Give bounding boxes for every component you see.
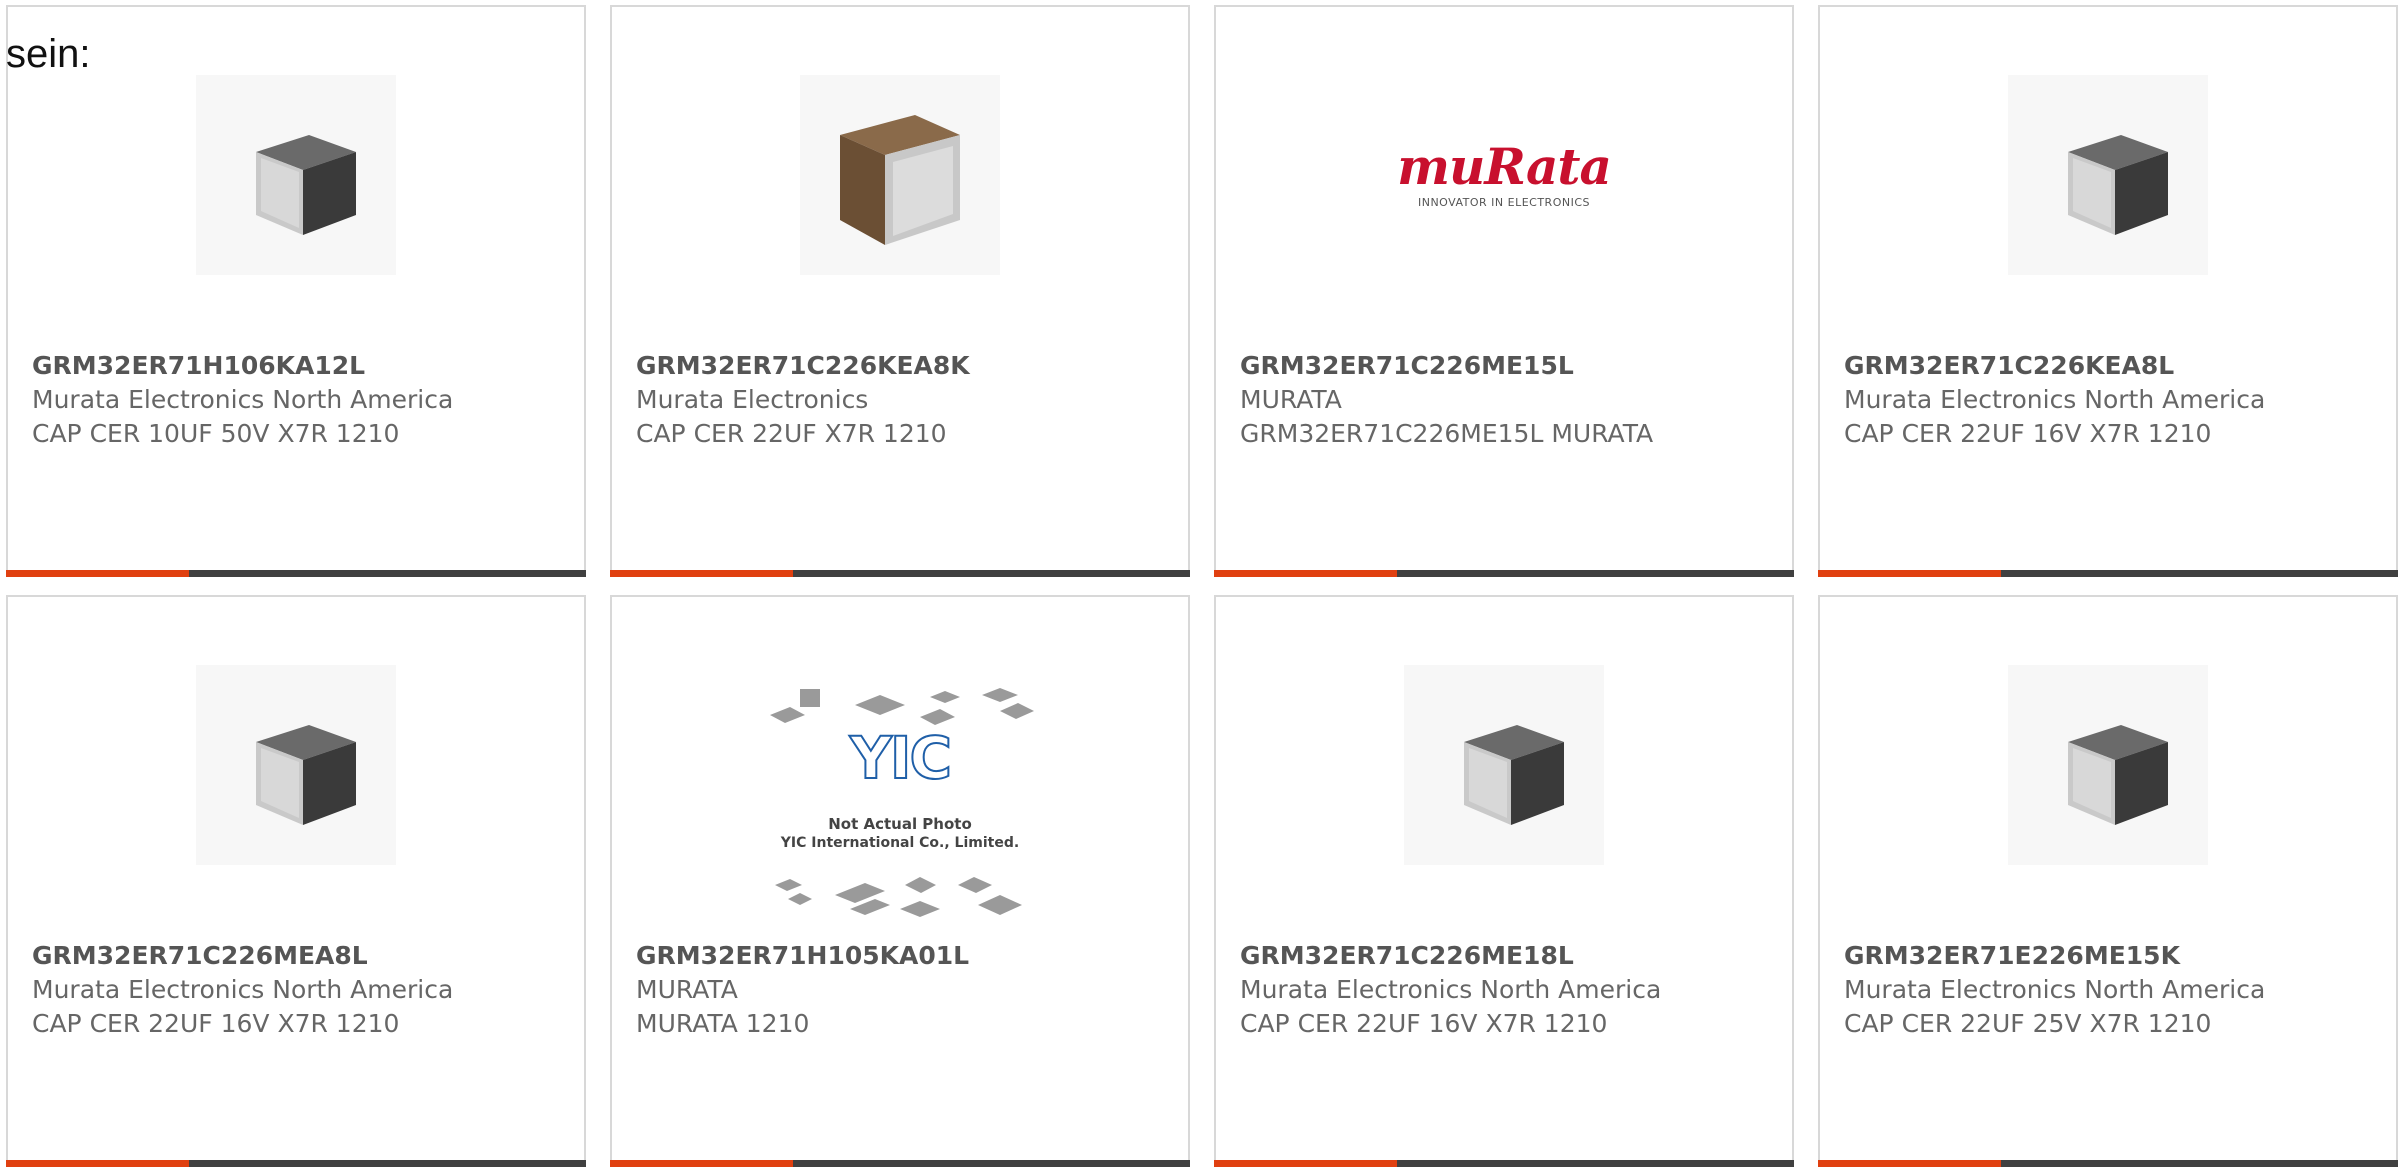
product-card[interactable]: muRata INNOVATOR IN ELECTRONICS GRM32ER7… <box>1214 5 1794 577</box>
brown-chip-icon <box>815 90 985 260</box>
description: CAP CER 22UF 16V X7R 1210 <box>1844 419 2212 448</box>
description: GRM32ER71C226ME15L MURATA <box>1240 419 1654 448</box>
product-image[interactable] <box>196 75 396 275</box>
ic-packages-icon <box>760 685 1040 925</box>
card-bar <box>1214 1160 1794 1167</box>
card-bar-accent <box>610 570 793 577</box>
card-bar <box>610 570 1190 577</box>
product-image[interactable] <box>2008 665 2208 865</box>
manufacturer: Murata Electronics North America <box>1844 975 2266 1004</box>
murata-logo-brand: muRata <box>1397 136 1612 196</box>
manufacturer: MURATA <box>1240 385 1342 414</box>
part-number[interactable]: GRM32ER71H106KA12L <box>32 349 566 383</box>
description: CAP CER 10UF 50V X7R 1210 <box>32 419 400 448</box>
yic-placeholder: YIC Not Actual Photo YIC International C… <box>760 685 1040 925</box>
dark-chip-icon <box>231 110 361 240</box>
card-bar <box>1214 570 1794 577</box>
card-bar-accent <box>1214 1160 1397 1167</box>
dark-chip-icon <box>231 700 361 830</box>
manufacturer: Murata Electronics North America <box>1240 975 1662 1004</box>
manufacturer: Murata Electronics North America <box>1844 385 2266 414</box>
card-bar-accent <box>1818 1160 2001 1167</box>
card-bar-accent <box>6 570 189 577</box>
product-card[interactable]: GRM32ER71C226ME18L Murata Electronics No… <box>1214 595 1794 1167</box>
card-bar <box>6 570 586 577</box>
description: CAP CER 22UF 16V X7R 1210 <box>1240 1009 1608 1038</box>
yic-company-label: YIC International Co., Limited. <box>780 835 1020 851</box>
yic-logo: YIC <box>849 724 953 792</box>
part-number[interactable]: GRM32ER71C226KEA8L <box>1844 349 2378 383</box>
not-actual-photo-label: Not Actual Photo <box>828 815 972 833</box>
product-image[interactable] <box>800 75 1000 275</box>
manufacturer: MURATA <box>636 975 738 1004</box>
description: MURATA 1210 <box>636 1009 810 1038</box>
card-bar-accent <box>1214 570 1397 577</box>
murata-logo-tagline: INNOVATOR IN ELECTRONICS <box>1417 195 1590 209</box>
product-image[interactable] <box>196 665 396 865</box>
product-grid: GRM32ER71H106KA12L Murata Electronics No… <box>6 5 2398 1167</box>
product-image[interactable]: muRata INNOVATOR IN ELECTRONICS <box>1394 75 1614 275</box>
part-number[interactable]: GRM32ER71E226ME15K <box>1844 939 2378 973</box>
part-number[interactable]: GRM32ER71C226ME15L <box>1240 349 1774 383</box>
card-bar <box>6 1160 586 1167</box>
description: CAP CER 22UF X7R 1210 <box>636 419 947 448</box>
card-bar <box>1818 570 2398 577</box>
product-image[interactable] <box>2008 75 2208 275</box>
product-image[interactable]: YIC Not Actual Photo YIC International C… <box>760 685 1040 925</box>
product-card[interactable]: GRM32ER71C226KEA8L Murata Electronics No… <box>1818 5 2398 577</box>
product-card[interactable]: YIC Not Actual Photo YIC International C… <box>610 595 1190 1167</box>
intro-text: sein: <box>6 32 91 76</box>
product-card[interactable]: GRM32ER71C226MEA8L Murata Electronics No… <box>6 595 586 1167</box>
description: CAP CER 22UF 16V X7R 1210 <box>32 1009 400 1038</box>
description: CAP CER 22UF 25V X7R 1210 <box>1844 1009 2212 1038</box>
part-number[interactable]: GRM32ER71C226ME18L <box>1240 939 1774 973</box>
dark-chip-icon <box>1439 700 1569 830</box>
product-image[interactable] <box>1404 665 1604 865</box>
part-number[interactable]: GRM32ER71C226KEA8K <box>636 349 1170 383</box>
product-card[interactable]: GRM32ER71E226ME15K Murata Electronics No… <box>1818 595 2398 1167</box>
manufacturer: Murata Electronics North America <box>32 385 454 414</box>
card-bar <box>610 1160 1190 1167</box>
manufacturer: Murata Electronics North America <box>32 975 454 1004</box>
card-bar-accent <box>1818 570 2001 577</box>
card-bar <box>1818 1160 2398 1167</box>
part-number[interactable]: GRM32ER71H105KA01L <box>636 939 1170 973</box>
part-number[interactable]: GRM32ER71C226MEA8L <box>32 939 566 973</box>
manufacturer: Murata Electronics <box>636 385 869 414</box>
card-bar-accent <box>6 1160 189 1167</box>
dark-chip-icon <box>2043 110 2173 240</box>
card-bar-accent <box>610 1160 793 1167</box>
dark-chip-icon <box>2043 700 2173 830</box>
product-card[interactable]: GRM32ER71H106KA12L Murata Electronics No… <box>6 5 586 577</box>
product-card[interactable]: GRM32ER71C226KEA8K Murata Electronics CA… <box>610 5 1190 577</box>
murata-logo: muRata INNOVATOR IN ELECTRONICS <box>1397 136 1612 209</box>
